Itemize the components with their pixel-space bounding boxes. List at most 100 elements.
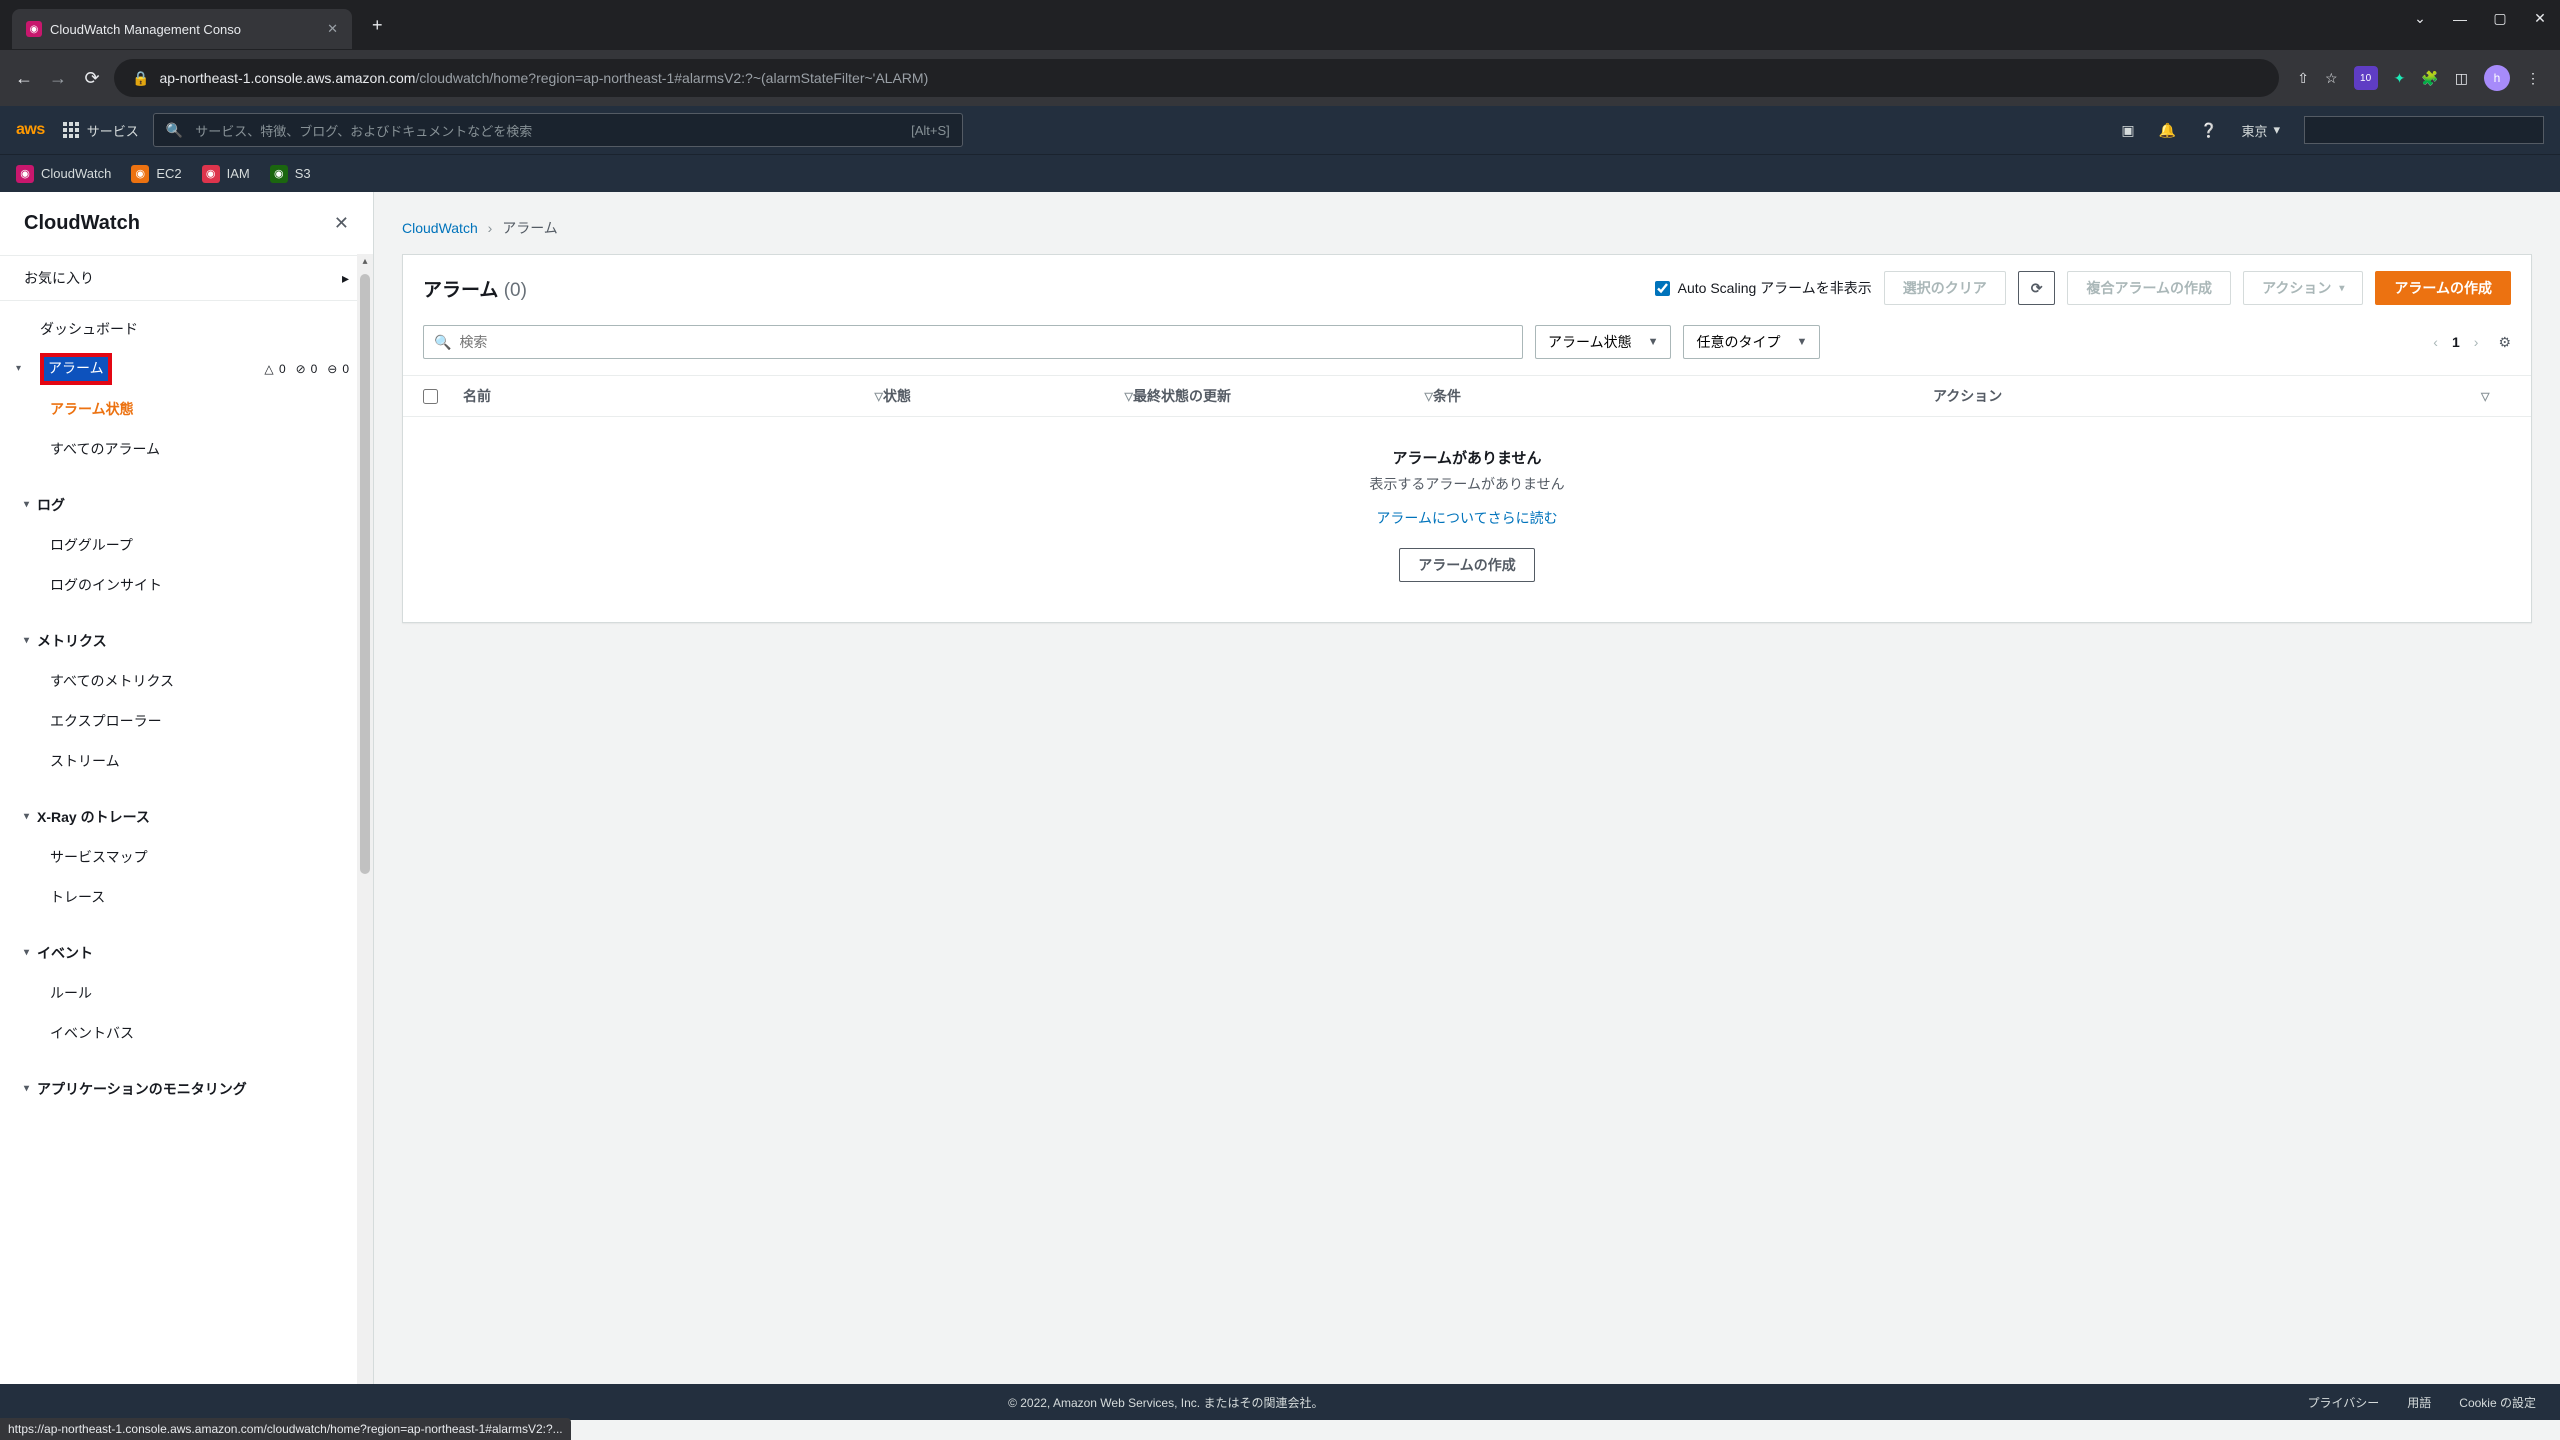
sidebar-item-service-map[interactable]: サービスマップ <box>0 837 373 877</box>
browser-status-bar: https://ap-northeast-1.console.aws.amazo… <box>0 1418 571 1440</box>
empty-learn-more-link[interactable]: アラームについてさらに読む <box>423 508 2511 528</box>
account-menu[interactable] <box>2304 116 2544 144</box>
sidebar-item-alarm-state[interactable]: アラーム状態 <box>0 389 373 429</box>
favorite-ec2[interactable]: ◉EC2 <box>131 165 181 183</box>
sidebar-group-events[interactable]: ▾イベント <box>0 933 373 973</box>
grid-icon <box>63 122 79 138</box>
s3-icon: ◉ <box>270 165 288 183</box>
tab-favicon-icon: ◉ <box>26 21 42 37</box>
browser-tab[interactable]: ◉ CloudWatch Management Conso ✕ <box>12 9 352 49</box>
tab-title: CloudWatch Management Conso <box>50 22 317 37</box>
share-icon[interactable]: ⇧ <box>2297 70 2309 87</box>
pagination: ‹ 1 › ⚙ <box>2433 334 2511 351</box>
sidebar-item-stream[interactable]: ストリーム <box>0 741 373 781</box>
column-name[interactable]: 名前▽ <box>463 386 883 406</box>
browser-back-button[interactable]: ← <box>12 68 36 89</box>
sidebar-item-explorer[interactable]: エクスプローラー <box>0 701 373 741</box>
favorite-iam[interactable]: ◉IAM <box>202 165 250 183</box>
favorite-s3[interactable]: ◉S3 <box>270 165 311 183</box>
browser-menu-icon[interactable]: ⋮ <box>2526 70 2540 87</box>
clear-selection-button[interactable]: 選択のクリア <box>1884 271 2006 305</box>
search-field[interactable] <box>459 334 1512 350</box>
cloudshell-icon[interactable]: ▣ <box>2121 122 2134 139</box>
column-condition: 条件 <box>1433 386 1933 406</box>
table-settings-gear-icon[interactable]: ⚙ <box>2498 334 2511 351</box>
column-updated[interactable]: 最終状態の更新▽ <box>1133 386 1433 406</box>
sidebar-item-all-metrics[interactable]: すべてのメトリクス <box>0 661 373 701</box>
tab-close-icon[interactable]: ✕ <box>327 21 338 37</box>
sidepanel-icon[interactable]: ◫ <box>2455 70 2468 87</box>
extensions-puzzle-icon[interactable]: 🧩 <box>2421 70 2438 87</box>
sidebar-item-log-insights[interactable]: ログのインサイト <box>0 565 373 605</box>
window-maximize-button[interactable]: ▢ <box>2490 10 2510 27</box>
browser-forward-button[interactable]: → <box>46 68 70 89</box>
caret-down-icon: ▾ <box>2339 283 2344 294</box>
chevron-down-icon[interactable]: ⌄ <box>2410 10 2430 27</box>
breadcrumb-current: アラーム <box>502 220 558 236</box>
footer-cookie-link[interactable]: Cookie の設定 <box>2459 1394 2536 1411</box>
window-close-button[interactable]: ✕ <box>2530 10 2550 27</box>
sort-icon: ▽ <box>1125 390 1133 403</box>
bookmark-star-icon[interactable]: ☆ <box>2325 70 2338 87</box>
scrollbar-thumb[interactable] <box>360 274 370 874</box>
sidebar-close-icon[interactable]: ✕ <box>334 213 349 234</box>
breadcrumb-root[interactable]: CloudWatch <box>402 220 478 236</box>
browser-reload-button[interactable]: ⟳ <box>80 68 104 89</box>
sidebar-item-all-alarms[interactable]: すべてのアラーム <box>0 429 373 469</box>
sidebar-item-event-bus[interactable]: イベントバス <box>0 1013 373 1053</box>
column-actions: アクション <box>1933 386 2481 406</box>
column-menu-icon[interactable]: ▽ <box>2481 390 2489 403</box>
sidebar-group-app-monitoring[interactable]: ▾アプリケーションのモニタリング <box>0 1069 373 1109</box>
create-composite-alarm-button[interactable]: 複合アラームの作成 <box>2067 271 2231 305</box>
lock-icon: 🔒 <box>132 70 149 87</box>
actions-dropdown-button[interactable]: アクション▾ <box>2243 271 2363 305</box>
global-search-input[interactable]: 🔍 サービス、特徴、ブログ、およびドキュメントなどを検索 [Alt+S] <box>153 113 963 147</box>
region-selector[interactable]: 東京 ▾ <box>2241 121 2280 140</box>
footer-terms-link[interactable]: 用語 <box>2407 1394 2431 1411</box>
url-input[interactable]: 🔒 ap-northeast-1.console.aws.amazon.com/… <box>114 59 2279 97</box>
sidebar-group-xray[interactable]: ▾X-Ray のトレース <box>0 797 373 837</box>
create-alarm-button[interactable]: アラームの作成 <box>2375 271 2511 305</box>
scroll-up-icon[interactable]: ▴ <box>357 254 373 270</box>
sidebar-title: CloudWatch <box>24 212 140 235</box>
sidebar-item-rule[interactable]: ルール <box>0 973 373 1013</box>
hide-autoscaling-checkbox[interactable]: Auto Scaling アラームを非表示 <box>1655 278 1872 298</box>
type-filter-select[interactable]: 任意のタイプ ▼ <box>1683 325 1820 359</box>
warning-triangle-icon: △ <box>262 362 276 376</box>
ok-check-icon: ⊘ <box>294 362 308 376</box>
next-page-button[interactable]: › <box>2474 334 2479 350</box>
caret-down-icon: ▾ <box>24 947 29 958</box>
aws-logo[interactable]: aws <box>16 121 63 139</box>
sidebar-item-trace[interactable]: トレース <box>0 877 373 917</box>
window-minimize-button[interactable]: — <box>2450 11 2470 27</box>
alarms-panel: アラーム (0) Auto Scaling アラームを非表示 選択のクリア ⟳ … <box>402 254 2532 623</box>
sidebar-favorites-row[interactable]: お気に入り ▸ <box>0 256 373 301</box>
refresh-button[interactable]: ⟳ <box>2018 271 2056 305</box>
services-menu-button[interactable]: サービス <box>63 121 139 140</box>
favorite-cloudwatch[interactable]: ◉CloudWatch <box>16 165 111 183</box>
column-state[interactable]: 状態▽ <box>883 386 1133 406</box>
alarm-search-input[interactable]: 🔍 <box>423 325 1523 359</box>
checkbox-input[interactable] <box>1655 281 1670 296</box>
empty-create-alarm-button[interactable]: アラームの作成 <box>1399 548 1535 582</box>
help-icon[interactable]: ❔ <box>2200 122 2217 139</box>
notifications-bell-icon[interactable]: 🔔 <box>2159 122 2176 139</box>
extension-badge-icon[interactable]: 10 <box>2354 66 2378 90</box>
sidebar-item-dashboard[interactable]: ダッシュボード <box>0 309 373 349</box>
sidebar-scrollbar[interactable]: ▴ <box>357 254 373 1440</box>
state-filter-select[interactable]: アラーム状態 ▼ <box>1535 325 1671 359</box>
sidebar-group-metrics[interactable]: ▾メトリクス <box>0 621 373 661</box>
search-shortcut: [Alt+S] <box>911 123 950 138</box>
new-tab-button[interactable]: + <box>372 15 383 36</box>
prev-page-button[interactable]: ‹ <box>2433 334 2438 350</box>
sidebar-group-logs[interactable]: ▾ログ <box>0 485 373 525</box>
extension-icon[interactable]: ✦ <box>2394 70 2406 87</box>
select-all-checkbox[interactable] <box>423 389 438 404</box>
sidebar-item-alarms[interactable]: ▾ アラーム △0 ⊘0 ⊖0 <box>0 349 373 389</box>
sidebar-item-log-groups[interactable]: ロググループ <box>0 525 373 565</box>
url-path: /cloudwatch/home?region=ap-northeast-1#a… <box>415 70 928 86</box>
profile-avatar[interactable]: h <box>2484 65 2510 91</box>
search-icon: 🔍 <box>434 334 451 351</box>
caret-down-icon: ▾ <box>24 1083 29 1094</box>
footer-privacy-link[interactable]: プライバシー <box>2308 1394 2380 1411</box>
